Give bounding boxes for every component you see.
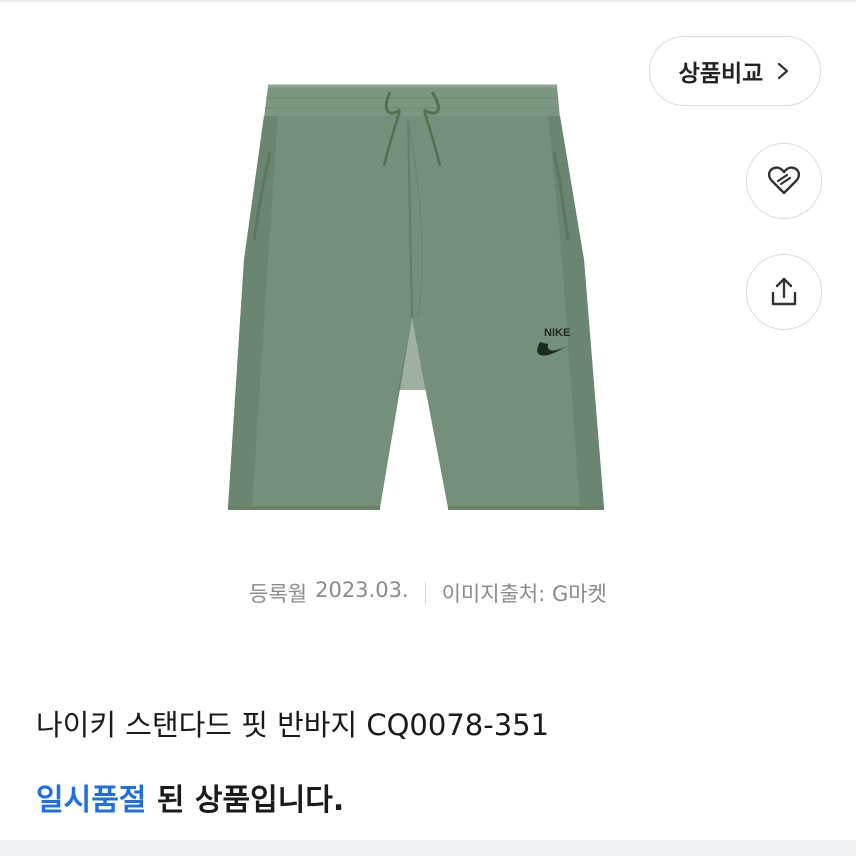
section-divider (0, 840, 856, 856)
svg-text:NIKE: NIKE (544, 327, 570, 339)
top-divider (0, 0, 856, 2)
status-message: 된 상품입니다. (146, 783, 345, 818)
heart-icon (767, 166, 801, 195)
product-image: NIKE (228, 84, 604, 510)
compare-button[interactable]: 상품비교 (649, 36, 821, 106)
compare-button-label: 상품비교 (678, 61, 764, 87)
wish-button[interactable] (746, 143, 822, 219)
product-title: 나이키 스탠다드 핏 반바지 CQ0078-351 (36, 708, 550, 742)
registration-value: 2023.03. (315, 578, 409, 602)
image-source: 이미지출처: G마켓 (441, 582, 607, 606)
meta-divider (424, 582, 426, 604)
registration-label: 등록월 (249, 582, 308, 606)
chevron-right-icon (778, 62, 789, 80)
registration-date: 등록월 2023.03. (249, 578, 408, 608)
product-meta: 등록월 2023.03. 이미지출처: G마켓 (0, 578, 856, 608)
stock-status: 일시품절 된 상품입니다. (36, 775, 344, 819)
share-button[interactable] (746, 254, 822, 330)
share-icon (771, 277, 797, 306)
sold-out-label: 일시품절 (36, 783, 147, 818)
